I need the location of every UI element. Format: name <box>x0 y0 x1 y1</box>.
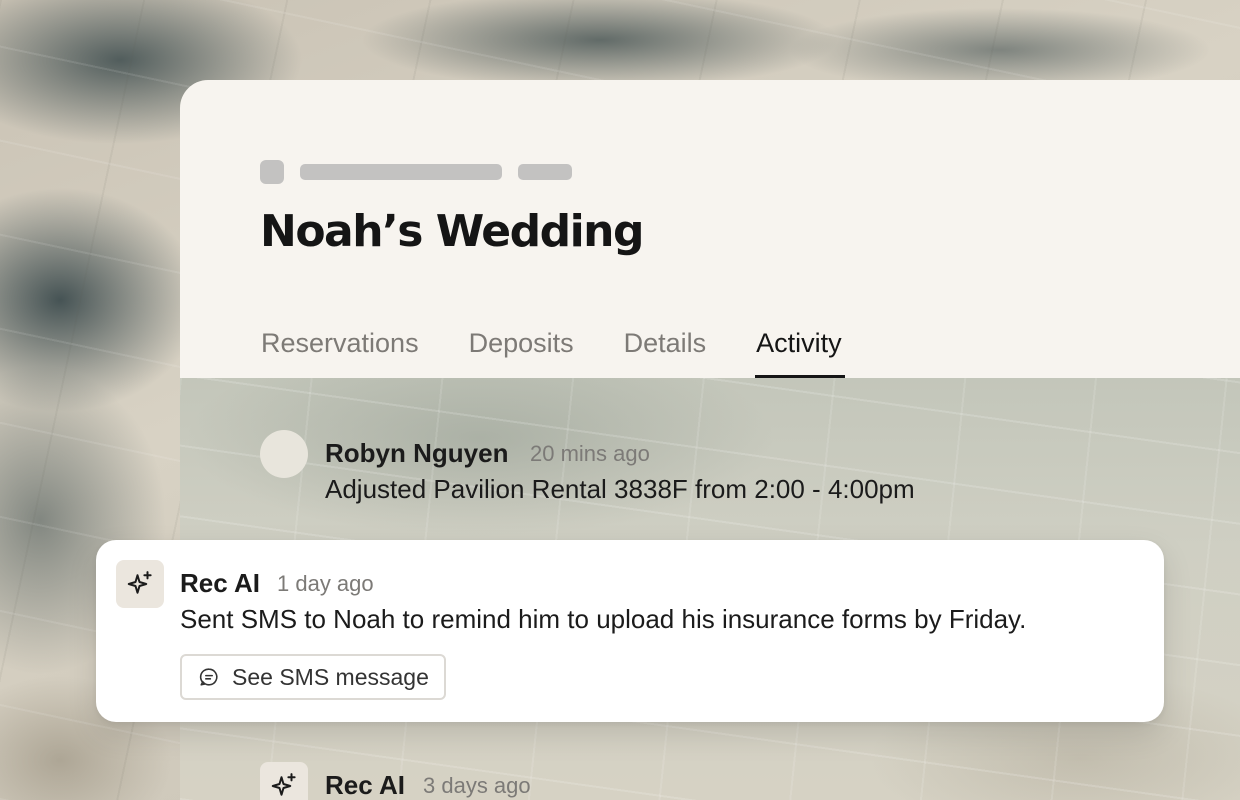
sparkle-icon <box>271 773 296 796</box>
tab-details[interactable]: Details <box>623 324 708 378</box>
rec-ai-icon-box <box>116 560 164 608</box>
activity-timestamp: 20 mins ago <box>530 441 650 466</box>
tab-activity[interactable]: Activity <box>755 324 845 378</box>
activity-timestamp: 1 day ago <box>277 571 374 596</box>
avatar <box>260 430 308 478</box>
activity-author: Rec AI <box>325 770 405 800</box>
breadcrumb-placeholder <box>300 164 502 180</box>
page-title: Noah’s Wedding <box>260 206 645 257</box>
see-sms-message-button[interactable]: See SMS message <box>180 654 446 700</box>
activity-author: Rec AI <box>180 568 260 598</box>
event-header: Noah’s Wedding Reservations Deposits Det… <box>180 80 1240 378</box>
activity-message: Sent SMS to Noah to remind him to upload… <box>180 604 1027 634</box>
tab-bar: Reservations Deposits Details Activity <box>260 324 891 378</box>
activity-message: Adjusted Pavilion Rental 3838F from 2:00… <box>325 474 915 504</box>
tab-reservations[interactable]: Reservations <box>260 324 420 378</box>
breadcrumb-icon-placeholder <box>260 160 284 184</box>
breadcrumb-placeholder-short <box>518 164 572 180</box>
see-sms-message-label: See SMS message <box>232 663 429 690</box>
tab-deposits[interactable]: Deposits <box>468 324 575 378</box>
activity-author: Robyn Nguyen <box>325 438 509 468</box>
sparkle-icon <box>127 571 152 594</box>
activity-timestamp: 3 days ago <box>423 773 531 798</box>
chat-bubble-icon <box>197 665 221 689</box>
activity-card-highlighted: Rec AI 1 day ago Sent SMS to Noah to rem… <box>96 540 1164 722</box>
rec-ai-icon-box <box>260 762 308 800</box>
